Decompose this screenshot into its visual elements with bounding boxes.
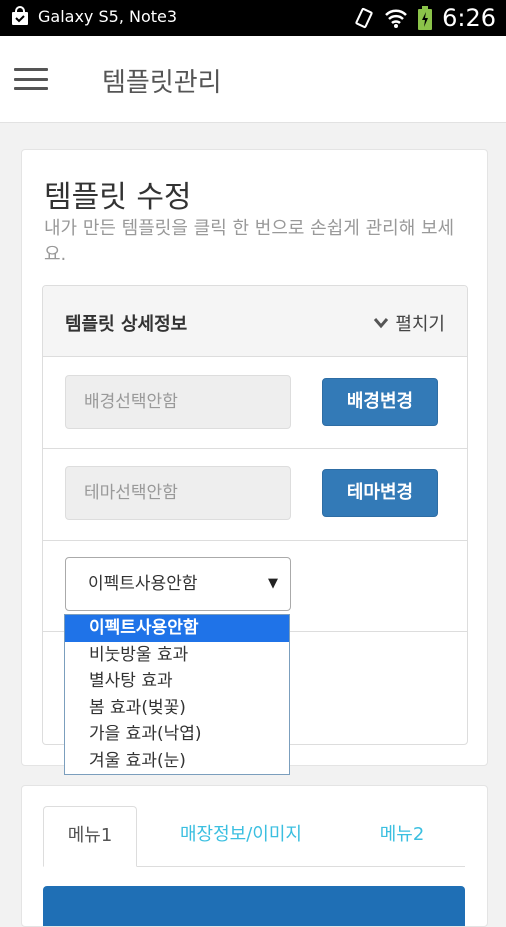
clock: 6:26 — [442, 4, 496, 32]
effect-option[interactable]: 가을 효과(낙엽) — [65, 721, 289, 748]
tab-store-info[interactable]: 매장정보/이미지 — [153, 806, 329, 864]
background-row: 배경선택안함 배경변경 — [43, 357, 467, 449]
effect-option[interactable]: 비눗방울 효과 — [65, 642, 289, 669]
effect-option[interactable]: 봄 효과(벚꽃) — [65, 695, 289, 722]
expand-toggle[interactable]: 펼치기 — [373, 310, 445, 336]
shopping-bag-icon — [12, 6, 28, 25]
effect-select[interactable]: 이펙트사용안함 ▼ — [65, 557, 291, 611]
status-bar: Galaxy S5, Note3 6:26 — [0, 0, 506, 36]
change-theme-button[interactable]: 테마변경 — [322, 469, 438, 517]
theme-field: 테마선택안함 — [65, 466, 291, 520]
change-background-button[interactable]: 배경변경 — [322, 378, 438, 426]
theme-row: 테마선택안함 테마변경 — [43, 449, 467, 541]
tab-menu2[interactable]: 메뉴2 — [343, 806, 461, 864]
tab-menu1[interactable]: 메뉴1 — [43, 806, 137, 867]
vibrate-icon — [355, 7, 373, 29]
battery-charging-icon — [418, 6, 433, 30]
app-title: 템플릿관리 — [102, 68, 222, 98]
expand-toggle-label: 펼치기 — [395, 314, 445, 335]
tab-bar: 메뉴1 매장정보/이미지 메뉴2 — [43, 806, 465, 867]
background-field: 배경선택안함 — [65, 375, 291, 429]
effect-option[interactable]: 겨울 효과(눈) — [65, 748, 289, 775]
effect-dropdown-list: 이펙트사용안함 비눗방울 효과 별사탕 효과 봄 효과(벚꽃) 가을 효과(낙엽… — [64, 614, 290, 775]
page-title: 템플릿 수정 — [44, 180, 192, 215]
tab-content-header — [43, 886, 465, 926]
panel-title: 템플릿 상세정보 — [65, 314, 188, 335]
notification-text: Galaxy S5, Note3 — [38, 6, 178, 26]
app-bar: 템플릿관리 — [0, 36, 506, 123]
page-subtitle: 내가 만든 템플릿을 클릭 한 번으로 손쉽게 관리해 보세요. — [44, 218, 455, 265]
effect-option[interactable]: 별사탕 효과 — [65, 668, 289, 695]
dropdown-arrow-icon: ▼ — [268, 576, 278, 591]
effect-select-value: 이펙트사용안함 — [88, 574, 198, 594]
chevron-down-icon — [374, 318, 389, 329]
menu-icon[interactable] — [14, 68, 48, 90]
effect-option[interactable]: 이펙트사용안함 — [65, 615, 289, 642]
menu-tabs-card: 메뉴1 매장정보/이미지 메뉴2 — [21, 785, 488, 927]
wifi-icon — [385, 9, 407, 28]
panel-header: 템플릿 상세정보 펼치기 — [43, 286, 467, 357]
